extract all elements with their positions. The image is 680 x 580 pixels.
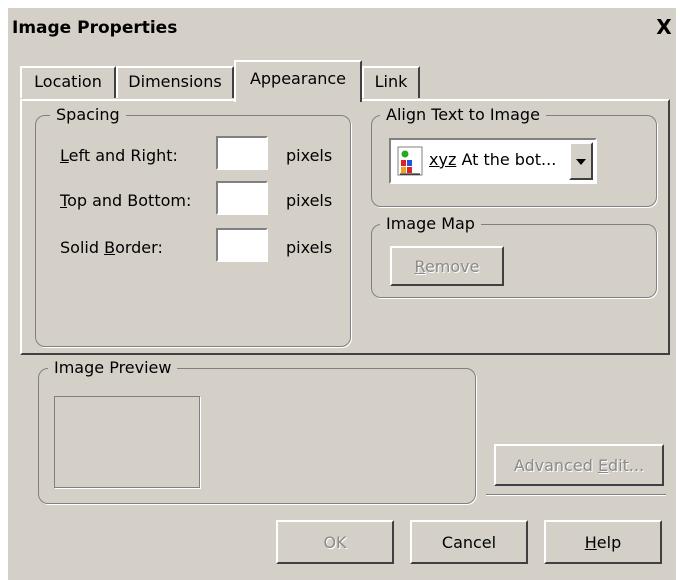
align-text-legend: Align Text to Image xyxy=(380,105,546,124)
image-preview-legend: Image Preview xyxy=(48,358,178,377)
solid-border-input[interactable] xyxy=(216,228,268,262)
left-right-label: Left and Right: xyxy=(60,146,178,165)
align-bottom-icon xyxy=(397,146,423,176)
spacing-legend: Spacing xyxy=(50,105,126,124)
window-title: Image Properties xyxy=(12,18,178,38)
top-bottom-input[interactable] xyxy=(216,181,268,215)
advanced-edit-label: Advanced Edit... xyxy=(513,455,645,475)
tab-appearance[interactable]: Appearance xyxy=(234,60,362,102)
advanced-edit-button[interactable]: Advanced Edit... xyxy=(494,444,664,486)
remove-button[interactable]: Remove xyxy=(390,246,504,286)
help-button[interactable]: Help xyxy=(544,520,662,564)
pixels-unit-label: pixels xyxy=(286,238,333,257)
dropdown-arrow-icon[interactable] xyxy=(569,142,593,180)
cancel-label: Cancel xyxy=(441,532,497,552)
image-map-legend: Image Map xyxy=(380,214,481,233)
image-preview-area xyxy=(54,396,200,488)
top-bottom-label: Top and Bottom: xyxy=(60,191,192,210)
tab-location[interactable]: Location xyxy=(20,66,116,98)
remove-button-label: Remove xyxy=(414,256,480,276)
separator xyxy=(486,494,666,496)
tab-dimensions[interactable]: Dimensions xyxy=(116,66,234,98)
help-label: Help xyxy=(584,532,622,552)
tab-label: Link xyxy=(374,72,408,91)
pixels-unit-label: pixels xyxy=(286,146,333,165)
tab-label: Location xyxy=(34,72,102,91)
left-right-input[interactable] xyxy=(216,136,268,170)
align-text-select[interactable]: xyz At the bot... xyxy=(389,138,597,184)
ok-button[interactable]: OK xyxy=(276,520,394,564)
image-properties-dialog: Image Properties X Location Dimensions A… xyxy=(8,8,676,580)
title-bar: Image Properties X xyxy=(8,8,676,50)
align-text-value: xyz At the bot... xyxy=(429,150,557,169)
tab-label: Dimensions xyxy=(128,72,222,91)
cancel-button[interactable]: Cancel xyxy=(410,520,528,564)
tab-link[interactable]: Link xyxy=(362,66,420,98)
ok-label: OK xyxy=(323,532,347,552)
solid-border-label: Solid Border: xyxy=(60,238,163,257)
close-icon[interactable]: X xyxy=(654,16,674,38)
pixels-unit-label: pixels xyxy=(286,191,333,210)
tab-label: Appearance xyxy=(249,69,347,88)
